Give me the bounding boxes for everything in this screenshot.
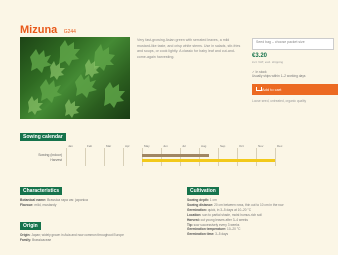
cultivation-line: Germination time: 3–5 days — [187, 232, 335, 237]
origin-text: Origin: Japan; widely grown in Asia and … — [20, 233, 160, 242]
cart-icon — [256, 86, 262, 91]
cultivation-line-label: Sowing distance: — [187, 202, 214, 207]
calendar-month-divider — [256, 148, 257, 166]
calendar-month-label: Nov — [258, 144, 264, 148]
origin-line-value: Brassicaceae — [32, 237, 52, 242]
calendar-month-label: Jul — [182, 144, 186, 148]
calendar-month-divider — [85, 148, 86, 166]
price-note: incl. VAT, excl. shipping — [252, 60, 284, 64]
mizuna-leaves-illustration — [28, 40, 125, 118]
calendar-month-divider — [142, 148, 143, 166]
characteristics-line-value: Brassica rapa var. japonica — [47, 198, 88, 202]
calendar-month-label: Mar — [106, 144, 112, 148]
buy-box: Seed bag – choose packet size €3.20 incl… — [252, 38, 338, 103]
cultivation-line-value: 3–5 days — [214, 232, 229, 237]
calendar-month-divider — [161, 148, 162, 166]
cultivation-line-value: sow successively every 3 weeks — [192, 222, 240, 227]
calendar-month-label: Jan — [68, 144, 73, 148]
calendar-month-divider — [104, 148, 105, 166]
cultivation-line-label: Germination: — [187, 207, 207, 212]
calendar-month-divider — [123, 148, 124, 166]
product-header: Mizuna G244 — [20, 20, 76, 36]
calendar-month-divider — [237, 148, 238, 166]
sowing-calendar-heading: Sowing calendar — [20, 133, 66, 141]
calendar-month-label: Jun — [163, 144, 168, 148]
calendar-month-label: Sep — [220, 144, 226, 148]
cultivation-text: Sowing depth: 1 cm Sowing distance: 20 cm… — [187, 198, 335, 237]
seed-note: Loose seed, untreated, organic quality — [252, 98, 307, 103]
cultivation-line-value: 20 cm between rows, thin out to 10 cm in… — [213, 202, 284, 207]
packet-size-select[interactable]: Seed bag – choose packet size — [252, 38, 334, 50]
product-photo[interactable] — [20, 37, 130, 119]
characteristics-line-value: mild, mustardy — [34, 203, 57, 207]
calendar-month-divider — [66, 148, 67, 166]
cultivation-line-label: Harvest: — [187, 217, 200, 222]
characteristics-line-label: Flavour: — [20, 203, 34, 207]
characteristics-line-label: Botanical name: — [20, 198, 47, 202]
cultivation-line-label: Sowing depth: — [187, 198, 209, 202]
product-title: Mizuna — [20, 24, 58, 36]
cultivation-line-value: sun to partial shade, moist humus-rich s… — [201, 212, 262, 217]
cultivation-line-value: cut young leaves after 3–4 weeks — [199, 217, 248, 222]
origin-line-value: Japan; widely grown in Asia and now comm… — [31, 233, 124, 237]
cultivation-line-label: Germination temperature: — [187, 227, 227, 232]
calendar-bar — [142, 159, 275, 162]
cultivation-line-value: 1 cm — [208, 198, 217, 202]
calendar-month-divider — [275, 148, 276, 166]
characteristics-line: Flavour: mild, mustardy — [20, 203, 150, 208]
calendar-month-label: Dec — [277, 144, 283, 148]
delivery-line: Usually ships within 1–2 working days — [252, 74, 306, 79]
calendar-month-divider — [218, 148, 219, 166]
origin-line-label: Family: — [20, 237, 32, 242]
calendar-month-label: Apr — [125, 144, 130, 148]
calendar-month-label: Feb — [87, 144, 93, 148]
cultivation-line-label: Location: — [187, 212, 202, 217]
cultivation-heading: Cultivation — [187, 187, 219, 195]
origin-line: Family: Brassicaceae — [20, 238, 160, 243]
origin-line-label: Origin: — [20, 233, 31, 237]
price: €3.20 — [252, 53, 268, 59]
calendar-row-label: Harvest — [50, 158, 62, 162]
sowing-calendar: Jan Feb Mar Apr May Jun Jul Aug Sep Oct Nov Dec Sowi… — [20, 144, 330, 174]
product-code: G244 — [63, 29, 76, 35]
origin-heading: Origin — [20, 222, 41, 230]
calendar-month-divider — [199, 148, 200, 166]
calendar-month-label: Aug — [201, 144, 207, 148]
add-to-cart-label: Add to cart — [262, 86, 282, 92]
product-page: Mizuna G244 Very fast-growing Asian gree… — [0, 0, 338, 255]
calendar-bar — [142, 154, 209, 157]
calendar-row-label: Sowing (indoor) — [38, 153, 62, 157]
add-to-cart-button[interactable]: Add to cart — [252, 83, 338, 95]
cultivation-line-value: quick, in 3–5 days at 10–20 °C — [206, 207, 252, 212]
product-description: Very fast-growing Asian green with serra… — [137, 38, 241, 59]
calendar-month-divider — [180, 148, 181, 166]
cultivation-line-value: 10–20 °C — [226, 227, 241, 232]
stock-status: ✓ In stock Usually ships within 1–2 work… — [252, 70, 338, 79]
characteristics-heading: Characteristics — [20, 187, 63, 195]
cultivation-line-label: Germination time: — [187, 232, 215, 237]
calendar-month-label: Oct — [239, 144, 244, 148]
characteristics-text: Botanical name: Brassica rapa var. japon… — [20, 198, 150, 208]
calendar-month-label: May — [144, 144, 150, 148]
